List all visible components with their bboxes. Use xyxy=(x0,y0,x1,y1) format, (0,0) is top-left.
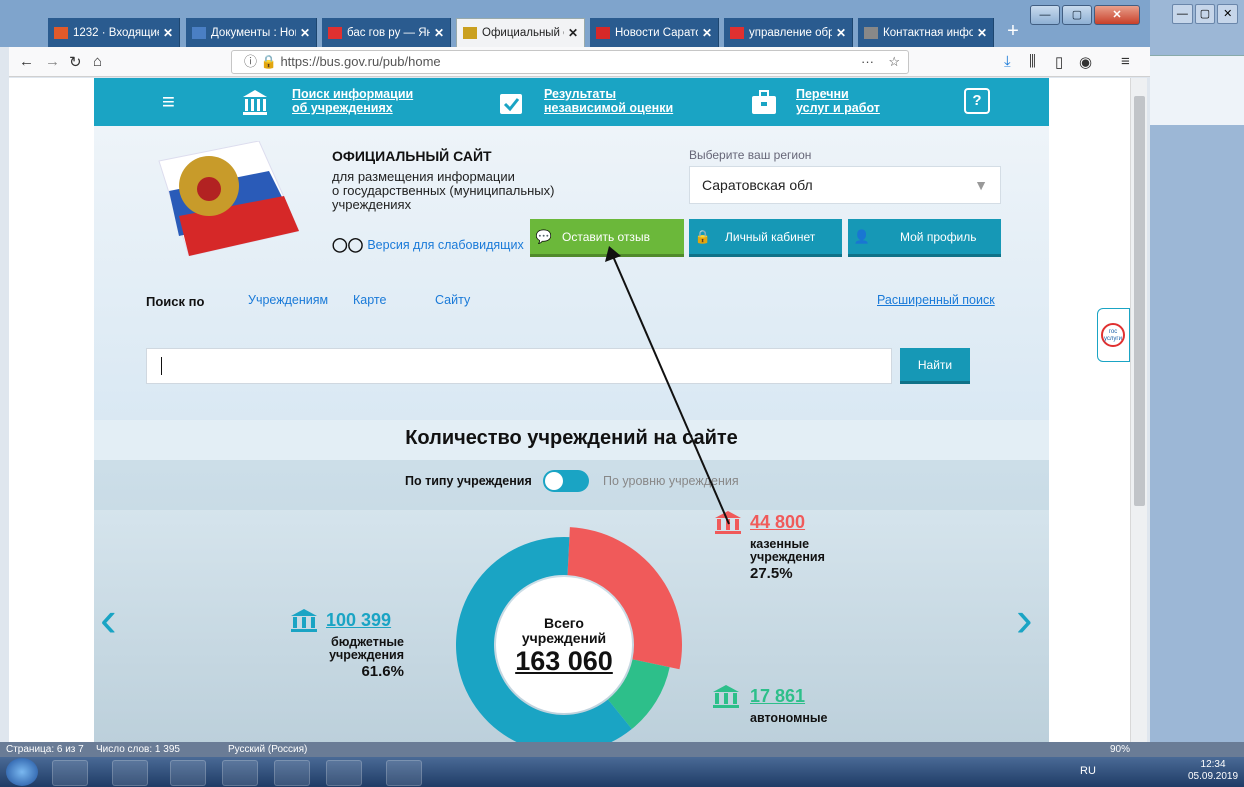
tab-close-icon[interactable]: ✕ xyxy=(163,26,173,40)
browser-tab[interactable]: Новости Саратов ✕ xyxy=(590,18,719,47)
tab-label: Официальный са xyxy=(482,27,564,39)
lock-icon: 🔒 xyxy=(260,54,281,69)
tab-label: управление обра xyxy=(749,26,832,39)
tab-close-icon[interactable]: ✕ xyxy=(300,26,310,40)
browser-tab[interactable]: Официальный са ✕ xyxy=(456,18,585,47)
minimize-icon[interactable]: — xyxy=(1172,4,1193,24)
background-window: — ▢ ✕ xyxy=(1150,0,1244,742)
status-page[interactable]: Страница: 6 из 7 xyxy=(6,742,84,757)
word-icon[interactable] xyxy=(326,760,362,786)
url-bar[interactable]: ⓘ 🔒 https://bus.gov.ru/pub/home ··· ☆ xyxy=(231,50,909,74)
browser-tab[interactable]: Контактная информа ✕ xyxy=(858,18,994,47)
tab-close-icon[interactable]: ✕ xyxy=(434,26,444,40)
browser-tab[interactable]: Документы : Нов ✕ xyxy=(186,18,317,47)
tab-label: Документы : Нов xyxy=(211,26,296,39)
tab-close-icon[interactable]: ✕ xyxy=(702,26,712,40)
browser-tab[interactable]: бас гов ру — Янд ✕ xyxy=(322,18,451,47)
status-words[interactable]: Число слов: 1 395 xyxy=(96,742,180,757)
menu-icon[interactable]: ≡ xyxy=(1121,53,1130,70)
word-status-bar: Страница: 6 из 7 Число слов: 1 395 Русск… xyxy=(0,742,1244,757)
annotation-arrow xyxy=(605,246,730,525)
info-icon[interactable]: ⓘ xyxy=(244,54,261,69)
reload-icon[interactable]: ↻ xyxy=(69,53,82,71)
tab-label: Новости Саратов xyxy=(615,26,698,39)
input-language[interactable]: RU xyxy=(1080,765,1096,777)
ie-icon[interactable] xyxy=(52,760,88,786)
tab-label: 1232 · Входящие xyxy=(73,26,159,39)
web-page: ≡ Поиск информации об учреждениях Результ… xyxy=(9,78,1130,742)
tab-favicon-icon xyxy=(192,26,206,39)
new-tab-button[interactable]: + xyxy=(1000,18,1026,47)
window-minimize-button[interactable]: — xyxy=(1030,5,1060,25)
tab-favicon-icon xyxy=(54,26,68,39)
tab-favicon-icon xyxy=(463,27,477,39)
windows-taskbar: RU 12:34 05.09.2019 xyxy=(0,757,1244,787)
background-window-controls: — ▢ ✕ xyxy=(1172,4,1239,24)
window-close-button[interactable]: ✕ xyxy=(1094,5,1140,25)
clock[interactable]: 12:34 05.09.2019 xyxy=(1188,759,1238,783)
url-text: https://bus.gov.ru/pub/home xyxy=(280,54,441,69)
background-doc-area xyxy=(1150,125,1244,742)
extension-icon[interactable]: ◉ xyxy=(1079,53,1092,71)
tab-label: Контактная информа xyxy=(883,26,973,39)
tab-favicon-icon xyxy=(730,26,744,39)
page-scrollbar[interactable] xyxy=(1130,78,1147,742)
window-maximize-button[interactable]: ▢ xyxy=(1062,5,1092,25)
tab-close-icon[interactable]: ✕ xyxy=(977,26,987,40)
close-icon[interactable]: ✕ xyxy=(1217,4,1239,24)
library-icon[interactable]: ⫼ xyxy=(1029,53,1036,70)
app-icon[interactable] xyxy=(386,760,422,786)
home-icon[interactable]: ⌂ xyxy=(93,53,102,70)
tab-label: бас гов ру — Янд xyxy=(347,26,430,39)
browser-tab-bar: 1232 · Входящие ✕ Документы : Нов ✕ бас гов … xyxy=(0,0,1150,47)
back-icon[interactable]: ← xyxy=(19,53,34,70)
outlook-icon[interactable] xyxy=(170,760,206,786)
chrome-icon[interactable] xyxy=(222,760,258,786)
sidebar-icon[interactable]: ▯ xyxy=(1055,53,1063,71)
tab-favicon-icon xyxy=(864,26,878,39)
background-toolbar xyxy=(1150,55,1244,125)
scrollbar-thumb[interactable] xyxy=(1134,96,1145,506)
explorer-icon[interactable] xyxy=(112,760,148,786)
download-icon[interactable]: ⤓ xyxy=(1004,53,1011,70)
start-button[interactable] xyxy=(6,758,38,786)
tab-close-icon[interactable]: ✕ xyxy=(568,26,578,40)
status-zoom[interactable]: 90% xyxy=(1110,742,1130,757)
firefox-icon[interactable] xyxy=(274,760,310,786)
tab-favicon-icon xyxy=(596,26,610,39)
browser-nav-bar: ← → ↻ ⌂ ⓘ 🔒 https://bus.gov.ru/pub/home … xyxy=(9,47,1150,77)
tab-favicon-icon xyxy=(328,26,342,39)
tab-close-icon[interactable]: ✕ xyxy=(836,26,846,40)
page-actions-icon[interactable]: ··· xyxy=(861,51,874,73)
forward-icon[interactable]: → xyxy=(45,53,60,70)
browser-tab[interactable]: 1232 · Входящие ✕ xyxy=(48,18,180,47)
status-language[interactable]: Русский (Россия) xyxy=(228,742,307,757)
maximize-icon[interactable]: ▢ xyxy=(1194,4,1216,24)
browser-tab[interactable]: управление обра ✕ xyxy=(724,18,853,47)
bookmark-star-icon[interactable]: ☆ xyxy=(888,51,900,73)
